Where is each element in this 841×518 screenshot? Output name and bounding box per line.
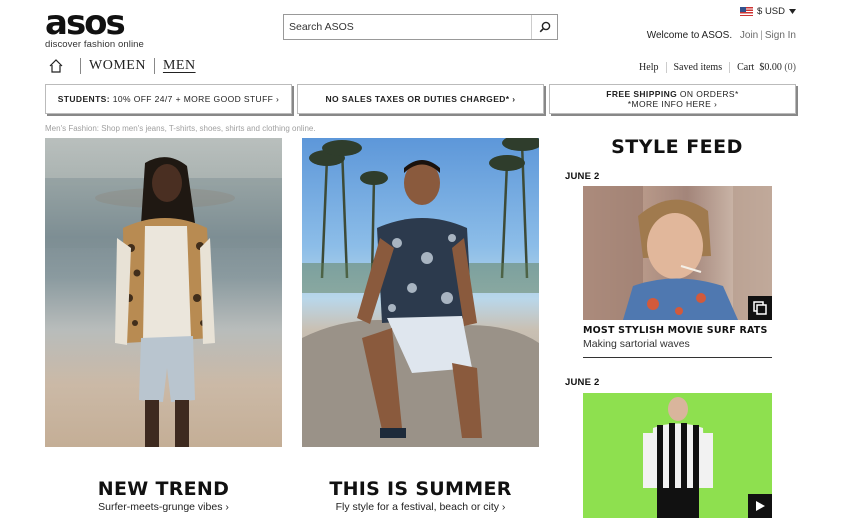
nav-men[interactable]: MEN [163,58,196,74]
feed-post-image[interactable] [583,186,772,320]
promo-bars: STUDENTS: 10% OFF 24/7 + MORE GOOD STUFF… [45,84,796,114]
feed-post-image[interactable] [583,393,772,518]
promo-text: 10% OFF 24/7 + MORE GOOD STUFF › [109,94,280,104]
feed-date: JUNE 2 [565,171,600,182]
promo-text: NO SALES TAXES OR DUTIES CHARGED* › [325,94,516,104]
asos-logo[interactable]: asos discover fashion online [45,3,145,50]
search-input[interactable] [284,15,531,39]
promo-more-info: *MORE INFO HERE › [627,99,718,109]
feed-post-subtitle: Making sartorial waves [583,338,690,350]
help-link[interactable]: Help [632,62,665,73]
feature-subtitle: Surfer-meets-grunge vibes › [98,501,229,513]
search-box [283,14,558,40]
search-button[interactable] [531,15,557,39]
saved-items-link[interactable]: Saved items [665,62,730,73]
gallery-icon [748,296,772,320]
model-figure [302,138,539,447]
utility-links: Help Saved items Cart $0.00 (0) [632,62,796,73]
welcome-text: Welcome to ASOS. [646,30,733,41]
currency-selector[interactable]: $ USD [740,6,796,17]
play-icon[interactable] [748,494,772,518]
feed-date: JUNE 2 [565,377,600,388]
us-flag-icon [740,7,754,16]
breadcrumb: Men's Fashion: Shop men's jeans, T-shirt… [45,124,316,133]
feature-subtitle: Fly style for a festival, beach or city … [335,501,506,513]
join-link[interactable]: Join [740,30,758,41]
home-icon[interactable] [48,58,64,74]
nav-divider [80,58,81,74]
feature-this-is-summer[interactable]: THIS IS SUMMER Fly style for a festival,… [302,478,539,513]
main-nav: WOMEN MEN [48,58,196,74]
portrait-figure [583,186,772,320]
logo-wordmark: asos [45,3,126,43]
style-feed-title: STYLE FEED [611,136,743,158]
feature-title: NEW TREND [97,478,230,500]
promo-bold: FREE SHIPPING [606,89,678,99]
cart-total: $0.00 [759,62,782,73]
promo-free-shipping[interactable]: FREE SHIPPING ON ORDERS* *MORE INFO HERE … [549,84,796,114]
model-figure [45,157,282,447]
model-figure [643,397,713,518]
promo-no-taxes[interactable]: NO SALES TAXES OR DUTIES CHARGED* › [297,84,544,114]
account-links: Welcome to ASOS. Join | Sign In [647,30,796,41]
sign-in-link[interactable]: Sign In [765,30,796,41]
caret-down-icon [789,9,796,14]
separator: | [760,30,763,41]
promo-students[interactable]: STUDENTS: 10% OFF 24/7 + MORE GOOD STUFF… [45,84,292,114]
feed-post-title: MOST STYLISH MOVIE SURF RATS [583,325,768,336]
feature-photo-this-is-summer[interactable] [302,138,539,447]
promo-text: ON ORDERS* [677,89,739,99]
cart-link[interactable]: Cart $0.00 (0) [729,62,796,73]
cart-label: Cart [737,62,755,73]
currency-label: $ USD [757,6,785,17]
feed-divider [583,357,772,358]
magnifier-icon [539,21,550,33]
feed-post-caption[interactable]: MOST STYLISH MOVIE SURF RATS Making sart… [583,325,772,350]
logo-tagline: discover fashion online [45,39,144,50]
nav-divider [153,58,155,74]
nav-women[interactable]: WOMEN [89,58,146,74]
promo-bold: STUDENTS: [57,94,110,104]
cart-count: (0) [784,62,796,73]
feature-new-trend[interactable]: NEW TREND Surfer-meets-grunge vibes › [45,478,282,513]
feature-title: THIS IS SUMMER [329,478,512,500]
feature-photo-new-trend[interactable] [45,138,282,447]
